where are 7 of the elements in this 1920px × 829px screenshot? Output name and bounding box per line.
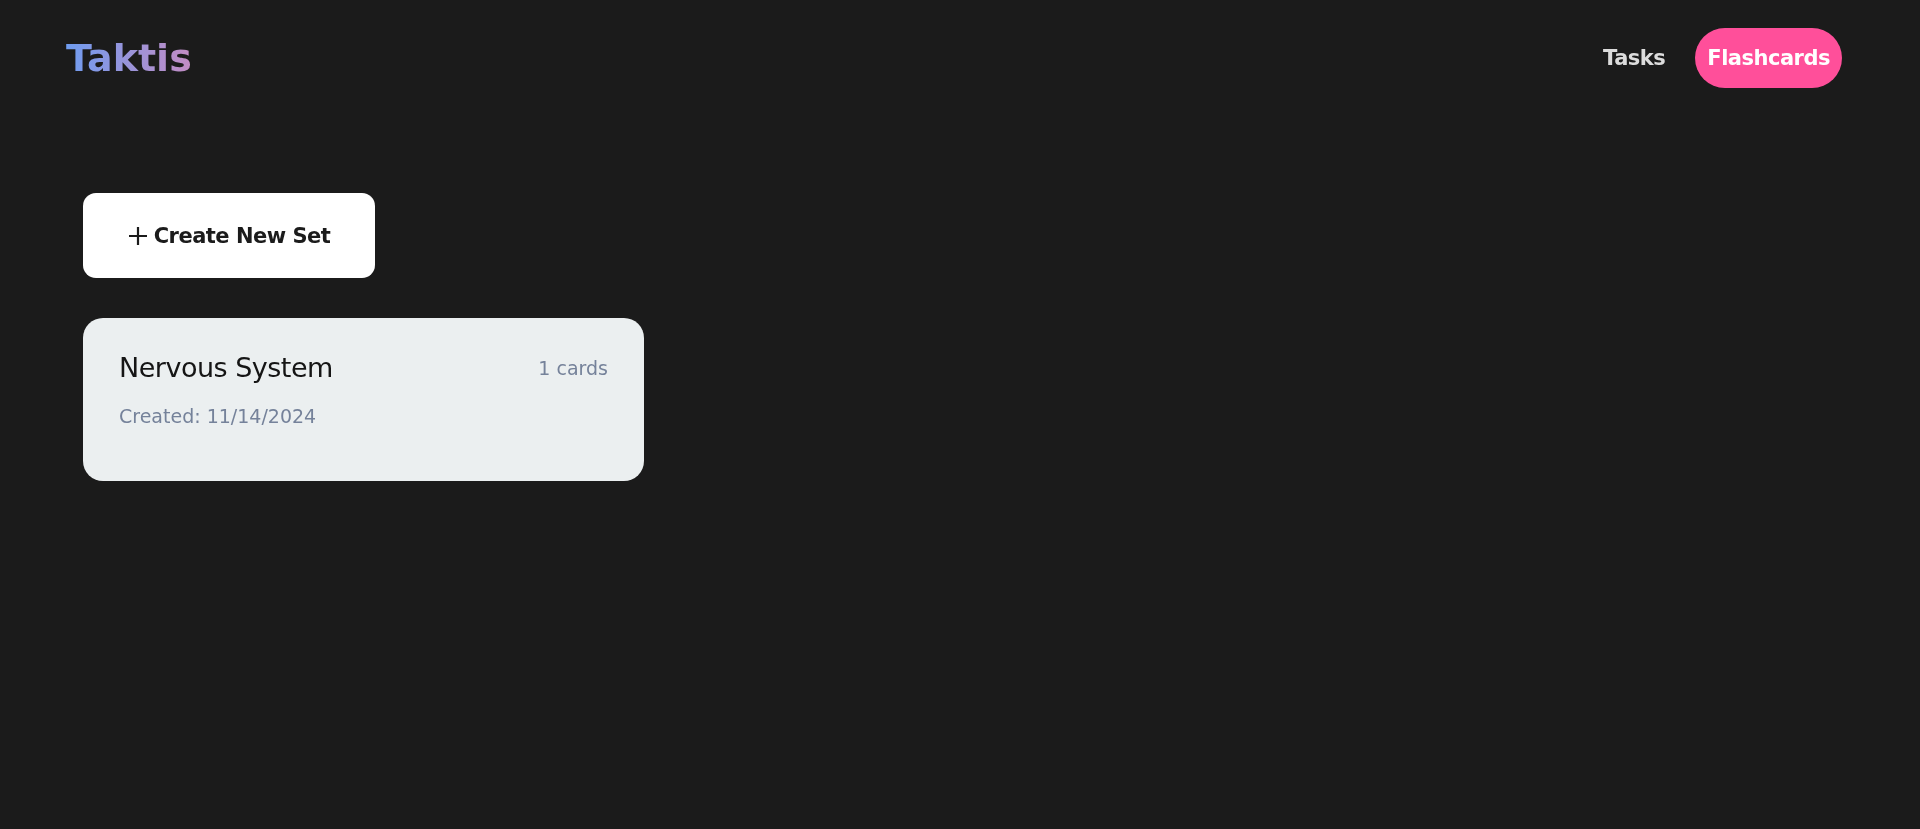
plus-icon [127, 225, 148, 246]
set-title: Nervous System [119, 352, 333, 383]
create-set-button[interactable]: Create New Set [83, 193, 375, 278]
flashcard-set-card[interactable]: Nervous System 1 cards Created: 11/14/2024 [83, 318, 644, 481]
nav-link[interactable]: Tasks [1591, 28, 1678, 88]
card-count: 1 cards [538, 356, 608, 379]
created-date: Created: 11/14/2024 [119, 405, 318, 427]
